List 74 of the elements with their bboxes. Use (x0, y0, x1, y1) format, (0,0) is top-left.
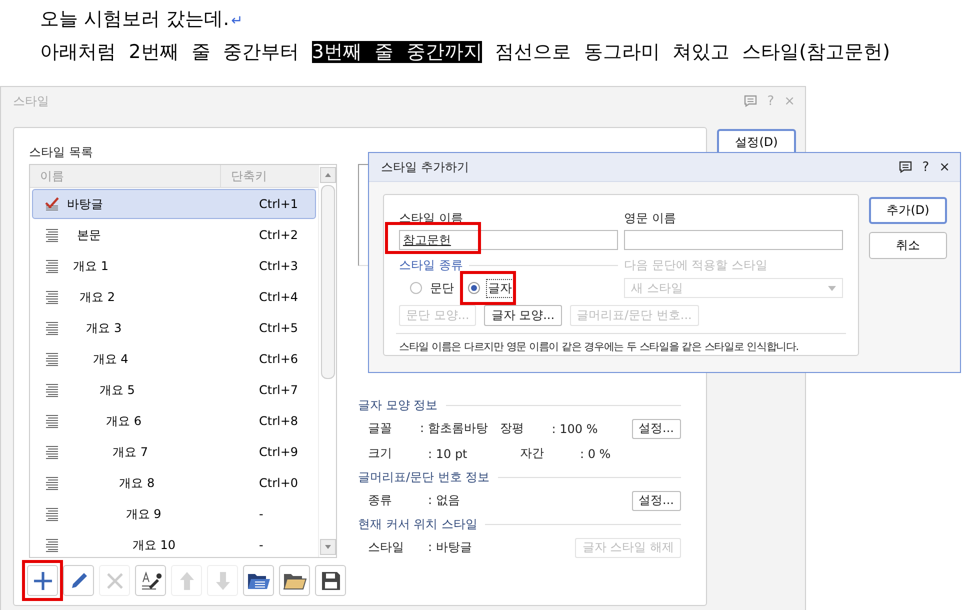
section-title: 현재 커서 위치 스타일 (358, 516, 478, 532)
style-name-field[interactable]: 참고문헌 (399, 230, 618, 250)
style-list-item[interactable]: 개요 7 Ctrl+9 (32, 437, 316, 467)
save-style-button[interactable] (315, 565, 346, 596)
info-label: 크기 (368, 445, 393, 462)
group-label: 스타일 종류 (399, 256, 463, 274)
document-text: 오늘 시험보러 갔는데.↵ (40, 7, 243, 32)
paragraph-style-icon (45, 352, 59, 366)
scroll-up-icon[interactable] (320, 167, 336, 183)
setting-button[interactable]: 설정... (632, 490, 681, 510)
paragraph-style-icon (45, 538, 59, 552)
paragraph-style-icon (45, 321, 59, 335)
paragraph-style-icon (45, 259, 59, 273)
style-list-item[interactable]: 개요 8 Ctrl+0 (32, 468, 316, 498)
cross-icon (106, 572, 124, 590)
checked-style-icon (45, 197, 59, 211)
cancel-button[interactable]: 취소 (869, 232, 947, 259)
paragraph-style-icon (45, 414, 59, 428)
style-list-item[interactable]: 개요 5 Ctrl+7 (32, 375, 316, 405)
eyedropper-icon (140, 570, 162, 590)
info-value: : 10 pt (428, 446, 468, 460)
style-list-item[interactable]: 바탕글 Ctrl+1 (32, 189, 316, 219)
field-label: 다음 문단에 적용할 스타일 (624, 257, 768, 274)
style-list-item[interactable]: 개요 10 - (32, 530, 316, 560)
paragraph-style-icon (45, 476, 59, 490)
caret-icon (828, 286, 836, 290)
info-value: : 바탕글 (428, 539, 473, 556)
scroll-down-icon[interactable] (320, 539, 336, 555)
info-value: : 함초롬바탕 (420, 420, 489, 437)
style-list-item[interactable]: 개요 9 - (32, 499, 316, 529)
paragraph-style-icon (45, 507, 59, 521)
style-list-item[interactable]: 개요 3 Ctrl+5 (32, 313, 316, 343)
info-label: 스타일 (368, 539, 405, 556)
paragraph-style-icon (45, 290, 59, 304)
pick-style-button[interactable] (135, 565, 166, 596)
info-label: 종류 (368, 492, 393, 509)
info-value: : 0 % (580, 446, 612, 460)
info-message: 스타일 이름은 다르지만 영문 이름이 같은 경우에는 두 스타일을 같은 스타일로 인식합니다. (399, 340, 799, 354)
info-label: 글꼴 (368, 420, 393, 437)
add-button[interactable]: 추가(D) (869, 197, 947, 224)
style-list-item[interactable]: 개요 1 Ctrl+3 (32, 251, 316, 281)
info-label: 장평 (500, 420, 525, 437)
list-label: 스타일 목록 (29, 144, 94, 161)
info-label: 자간 (520, 445, 545, 462)
down-arrow-icon (214, 570, 230, 590)
section-title: 글머리표/문단 번호 정보 (358, 468, 490, 486)
style-list-item[interactable]: 본문 Ctrl+2 (32, 220, 316, 250)
format-button[interactable]: 글자 모양... (484, 305, 562, 326)
scrollbar[interactable] (318, 165, 336, 557)
open-style-button[interactable] (279, 565, 310, 596)
info-value: : 100 % (552, 422, 599, 436)
style-list-item[interactable]: 개요 2 Ctrl+4 (32, 282, 316, 312)
window-title: 스타일 (13, 92, 49, 110)
info-value: : 없음 (428, 492, 461, 509)
add-style-button[interactable] (27, 565, 58, 596)
help-button[interactable]: ? (922, 160, 930, 174)
plus-icon (32, 570, 52, 590)
style-list-item[interactable]: 개요 4 Ctrl+6 (32, 344, 316, 374)
document-text: 아래처럼 2번째 줄 중간부터 3번째 줄 중간까지 점선으로 동그라미 쳐있고 스타일(참고문헌) (40, 40, 890, 65)
close-button[interactable]: × (939, 160, 950, 174)
window-title: 스타일 추가하기 (381, 158, 469, 176)
import-style-button[interactable] (243, 565, 274, 596)
comment-icon[interactable] (899, 161, 912, 173)
style-list-item[interactable]: 개요 6 Ctrl+8 (32, 406, 316, 436)
radio-option[interactable]: 문단 (410, 277, 456, 299)
edit-style-button[interactable] (63, 565, 94, 596)
setting-button[interactable]: 설정... (632, 418, 681, 438)
paragraph-style-icon (45, 228, 59, 242)
english-name-field[interactable] (624, 230, 843, 250)
paragraph-style-icon (45, 445, 59, 459)
up-arrow-icon (178, 570, 194, 590)
section-title: 글자 모양 정보 (358, 396, 438, 414)
paragraph-style-icon (45, 383, 59, 397)
field-label: 영문 이름 (624, 210, 677, 227)
